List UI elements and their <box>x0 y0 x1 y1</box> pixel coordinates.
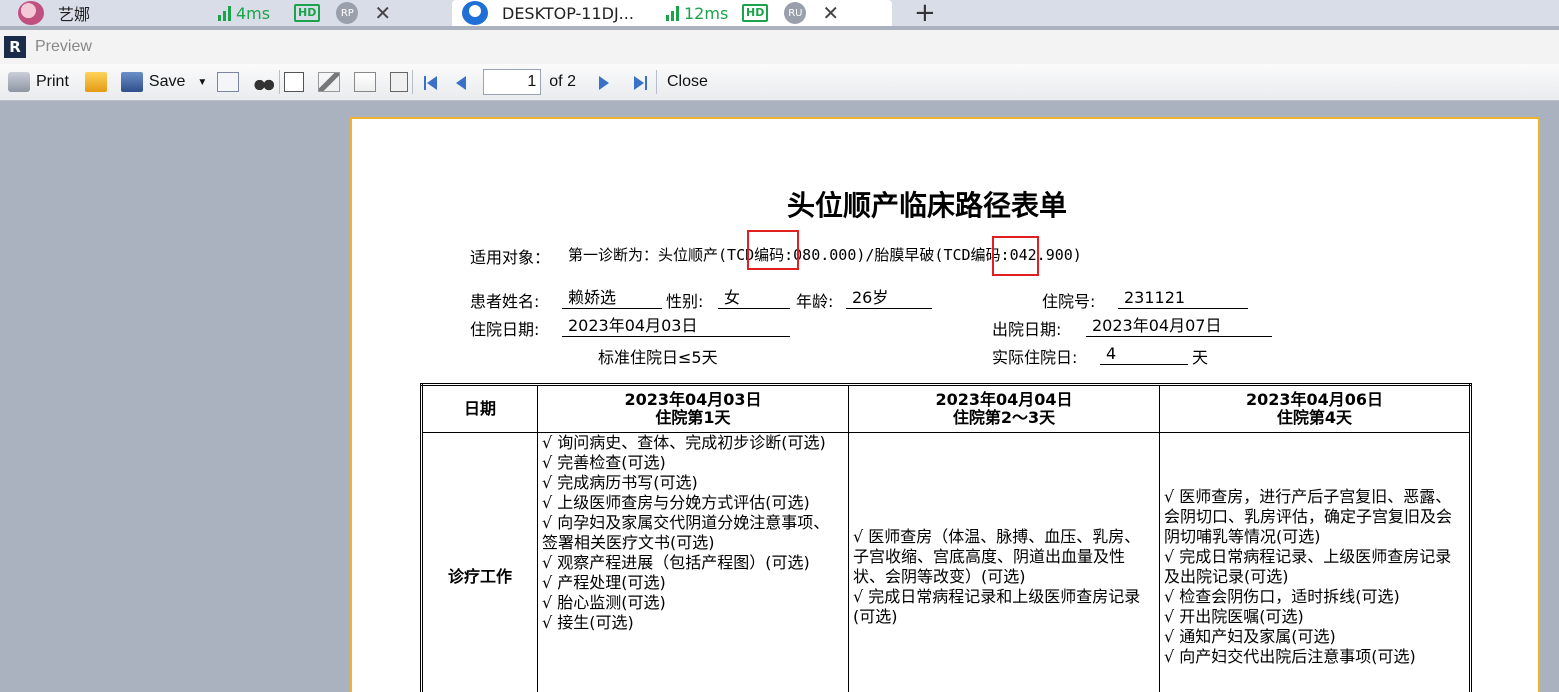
app-logo-icon: R <box>4 36 26 58</box>
task-item: √ 医师查房（体温、脉搏、血压、乳房、子宫收缩、宫底高度、阴道出血量及性状、会阴… <box>853 527 1141 586</box>
save-label: Save <box>148 73 186 90</box>
day1-tasks: √ 询问病史、查体、完成初步诊断(可选) √ 完善检查(可选) √ 完成病历书写(可… <box>537 432 849 692</box>
open-folder-icon[interactable] <box>84 72 107 92</box>
task-item: √ 开出院医嘱(可选) <box>1164 607 1304 626</box>
hd-badge: HD <box>294 4 321 22</box>
task-item: √ 完善检查(可选) <box>542 453 666 472</box>
column-day: 住院第2～3天 <box>952 408 1056 427</box>
task-item: √ 检查会阴伤口，适时拆线(可选) <box>1164 587 1400 606</box>
document-title: 头位顺产临床路径表单 <box>787 189 1068 222</box>
discharge-date-label: 出院日期: <box>992 320 1062 339</box>
task-item: √ 医师查房，进行产后子宫复旧、恶露、会阴切口、乳房评估，确定子宫复旧及会阴切哺… <box>1164 487 1453 546</box>
hd-badge: HD <box>742 4 769 22</box>
row-label: 诊疗工作 <box>421 432 538 692</box>
toolbar-divider <box>655 70 657 94</box>
find-icon[interactable] <box>253 72 276 92</box>
day4-tasks: √ 医师查房，进行产后子宫复旧、恶露、会阴切口、乳房评估，确定子宫复旧及会阴切哺… <box>1159 432 1471 692</box>
task-item: √ 接生(可选) <box>542 613 634 632</box>
admit-date-value: 2023年04月03日 <box>562 316 790 337</box>
new-tab-icon[interactable]: + <box>914 0 936 28</box>
task-item: √ 询问病史、查体、完成初步诊断(可选) <box>542 433 826 452</box>
print-label: Print <box>36 73 69 90</box>
actual-stay-value: 4 <box>1100 344 1188 365</box>
ping-value: 12ms <box>684 3 729 23</box>
admit-date-label: 住院日期: <box>470 320 540 339</box>
printer-icon <box>8 72 30 92</box>
task-item: √ 上级医师查房与分娩方式评估(可选) <box>542 493 810 512</box>
column-date: 2023年04月04日 <box>935 390 1073 409</box>
status-badge: RP <box>336 2 359 24</box>
age-label: 年龄: <box>796 292 834 311</box>
column-day: 住院第4天 <box>1276 408 1353 427</box>
date-header: 日期 <box>421 384 538 433</box>
ping-value: 4ms <box>236 3 271 23</box>
clinical-pathway-table: 日期 2023年04月03日 住院第1天 2023年04月04日 住院第2～3天… <box>420 383 1472 692</box>
task-item: √ 完成日常病程记录和上级医师查房记录(可选) <box>853 587 1141 626</box>
task-item: √ 产程处理(可选) <box>542 573 666 592</box>
avatar <box>18 1 44 25</box>
close-button[interactable]: Close <box>667 73 708 91</box>
user-icon <box>462 1 488 25</box>
column-date: 2023年04月03日 <box>624 390 762 409</box>
remote-tab-bar: 艺娜 4ms HD RP ✕ DESKTOP-11DJ... 12ms HD R… <box>0 0 1559 28</box>
first-page-icon[interactable] <box>423 74 438 90</box>
sex-label: 性别: <box>666 292 704 311</box>
task-item: √ 观察产程进展（包括产程图）(可选) <box>542 553 810 572</box>
annotation-box <box>747 230 799 270</box>
actual-stay-label: 实际住院日: <box>992 348 1078 367</box>
last-page-icon[interactable] <box>632 74 647 90</box>
next-page-icon[interactable] <box>598 74 612 90</box>
column-header: 2023年04月04日 住院第2～3天 <box>848 384 1160 433</box>
task-item: √ 胎心监测(可选) <box>542 593 666 612</box>
patient-name-value: 赖娇选 <box>562 288 662 309</box>
tab-session-1[interactable]: 艺娜 4ms HD RP ✕ <box>0 0 445 26</box>
close-icon[interactable]: ✕ <box>374 1 391 25</box>
tab-session-2[interactable]: DESKTOP-11DJ... 12ms HD RU ✕ <box>452 0 892 26</box>
patient-name-label: 患者姓名: <box>470 292 540 311</box>
toolbar: Print Save ▼ 1 of 2 Close <box>0 64 1559 101</box>
previous-page-icon[interactable] <box>455 74 469 90</box>
column-date: 2023年04月06日 <box>1245 390 1384 409</box>
save-button[interactable]: Save <box>120 68 186 96</box>
toolbar-divider <box>412 70 414 94</box>
column-header: 2023年04月06日 住院第4天 <box>1159 384 1471 433</box>
signal-icon <box>218 5 231 21</box>
save-disk-icon <box>120 72 143 92</box>
annotation-box <box>992 236 1039 276</box>
discharge-date-value: 2023年04月07日 <box>1086 316 1272 337</box>
inpatient-no-label: 住院号: <box>1042 292 1096 311</box>
tab-title: DESKTOP-11DJ... <box>502 3 634 23</box>
toolbar-divider <box>279 70 281 94</box>
status-badge: RU <box>784 2 807 24</box>
edit-icon[interactable] <box>354 72 377 92</box>
tab-title: 艺娜 <box>58 5 91 24</box>
email-icon[interactable] <box>217 72 240 92</box>
standard-stay: 标准住院日≤5天 <box>598 348 718 367</box>
task-item: √ 向孕妇及家属交代阴道分娩注意事项、签署相关医疗文书(可选) <box>542 513 830 552</box>
task-item: √ 完成病历书写(可选) <box>542 473 698 492</box>
app-title: Preview <box>35 38 92 55</box>
close-icon[interactable]: ✕ <box>822 1 839 25</box>
actual-stay-unit: 天 <box>1192 348 1209 367</box>
age-value: 26岁 <box>846 288 932 309</box>
save-dropdown-icon[interactable]: ▼ <box>197 77 207 88</box>
task-item: √ 向产妇交代出院后注意事项(可选) <box>1164 647 1416 666</box>
inpatient-no-value: 231121 <box>1118 288 1248 309</box>
column-header: 2023年04月03日 住院第1天 <box>537 384 849 433</box>
page-number-input[interactable]: 1 <box>483 69 542 95</box>
column-day: 住院第1天 <box>655 408 731 427</box>
task-item: √ 完成日常病程记录、上级医师查房记录及出院记录(可选) <box>1164 547 1452 586</box>
day2-tasks: √ 医师查房（体温、脉搏、血压、乳房、子宫收缩、宫底高度、阴道出血量及性状、会阴… <box>848 432 1160 692</box>
signal-icon <box>666 5 679 21</box>
document-icon[interactable] <box>390 72 409 92</box>
print-button[interactable]: Print <box>8 68 69 96</box>
sex-value: 女 <box>718 288 790 309</box>
page-count: of 2 <box>549 73 576 90</box>
task-item: √ 通知产妇及家属(可选) <box>1164 627 1336 646</box>
applies-label: 适用对象： <box>470 248 551 267</box>
settings-icon[interactable] <box>318 72 341 92</box>
page-setup-icon[interactable] <box>284 72 305 92</box>
app-title-bar: R Preview <box>0 30 1559 64</box>
